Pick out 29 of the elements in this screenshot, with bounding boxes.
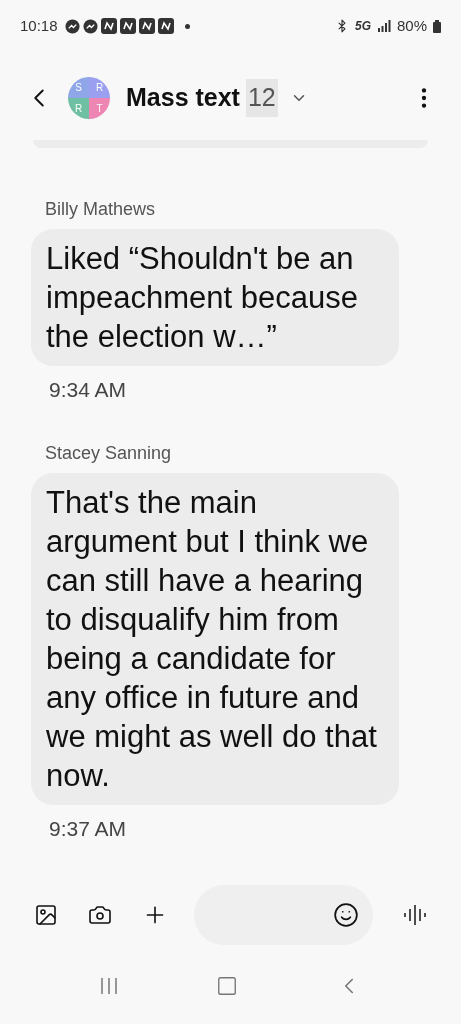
member-count: 12 — [245, 79, 278, 117]
message-bubble[interactable]: That's the main argument but I think we can still have a hearing to disqualify him from being a candidate for any office in future and we might as well do that now. — [31, 472, 399, 805]
message-time: 9:37 AM — [49, 815, 128, 842]
network-type: 5G — [354, 18, 371, 35]
avatar-initial: R — [68, 98, 89, 119]
message-bubble[interactable]: Liked “Shouldn't be an impeachment because the election w…” — [31, 229, 399, 366]
sender-name: Stacey Sanning — [45, 441, 173, 465]
avatar-initial: T — [89, 98, 110, 119]
sender-name: Billy Mathews — [45, 198, 157, 221]
avatar-initial: S — [68, 77, 89, 98]
avatar-initial: R — [89, 77, 110, 98]
recent-apps-button[interactable] — [98, 976, 119, 996]
clock-time: 10:18 — [20, 15, 58, 36]
voice-input-icon[interactable] — [403, 904, 427, 926]
signal-icon — [376, 20, 391, 32]
battery-level: 80% — [396, 15, 427, 36]
conversation-title[interactable]: Mass text — [126, 79, 240, 117]
messenger-icon — [64, 18, 80, 34]
app-notification-icon — [100, 18, 117, 34]
home-button[interactable] — [216, 975, 239, 997]
messenger-icon — [82, 18, 98, 34]
message-time: 9:34 AM — [49, 377, 128, 403]
battery-icon — [433, 19, 441, 33]
app-notification-icon — [138, 18, 155, 34]
camera-icon[interactable] — [88, 903, 112, 927]
app-notification-icon — [157, 18, 174, 34]
emoji-icon[interactable] — [333, 902, 359, 928]
app-notification-icon — [119, 18, 136, 34]
gallery-icon[interactable] — [34, 903, 58, 927]
